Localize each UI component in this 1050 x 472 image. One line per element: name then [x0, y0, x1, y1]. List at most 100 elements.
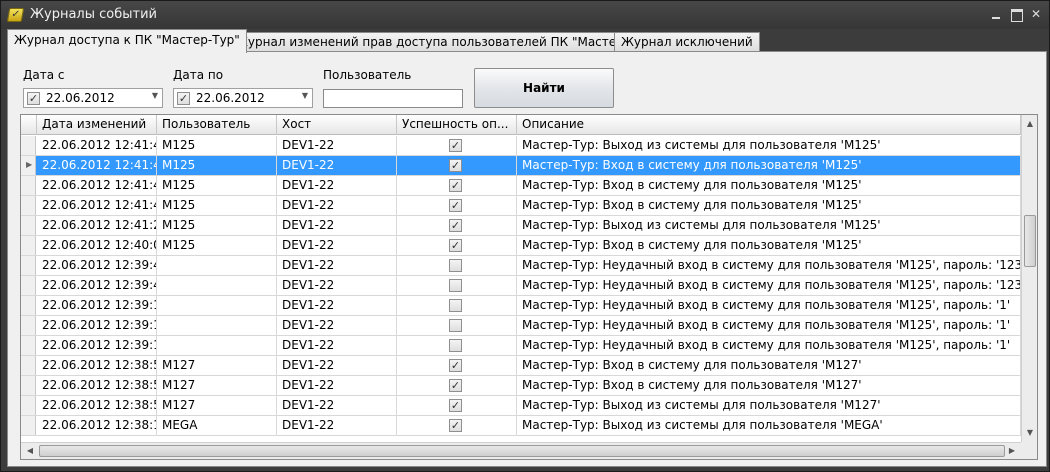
cell-host[interactable]: DEV1-22 — [277, 276, 397, 295]
scroll-up-icon[interactable]: ▲ — [1022, 116, 1037, 132]
cell-success[interactable]: ✓ — [397, 396, 517, 415]
cell-description[interactable]: Мастер-Тур: Вход в систему для пользоват… — [517, 196, 1021, 215]
cell-success[interactable] — [397, 256, 517, 275]
cell-description[interactable]: Мастер-Тур: Неудачный вход в систему для… — [517, 276, 1021, 295]
success-checkbox[interactable]: ✓ — [449, 219, 462, 232]
cell-user[interactable]: M125 — [157, 136, 277, 155]
cell-host[interactable]: DEV1-22 — [277, 416, 397, 435]
row-header[interactable] — [21, 396, 36, 415]
date-from-picker[interactable]: ✓ 22.06.2012 ▼ — [23, 88, 163, 108]
table-row[interactable]: 22.06.2012 12:38:52 M127 DEV1-22 ✓ Мастер-Ту… — [21, 356, 1021, 376]
cell-host[interactable]: DEV1-22 — [277, 256, 397, 275]
cell-success[interactable]: ✓ — [397, 376, 517, 395]
cell-user[interactable]: M125 — [157, 156, 277, 175]
row-header[interactable] — [21, 416, 36, 435]
success-checkbox[interactable]: ✓ — [449, 139, 462, 152]
cell-date[interactable]: 22.06.2012 12:41:43 — [37, 136, 157, 155]
row-header[interactable] — [21, 176, 36, 195]
vertical-scroll-thumb[interactable] — [1024, 215, 1036, 267]
cell-user[interactable]: M125 — [157, 196, 277, 215]
cell-host[interactable]: DEV1-22 — [277, 376, 397, 395]
column-header-user[interactable]: Пользователь — [157, 115, 277, 135]
cell-date[interactable]: 22.06.2012 12:39:42 — [37, 276, 157, 295]
table-row[interactable]: ▶ 22.06.2012 12:41:43 M125 DEV1-22 ✓ Мастер-Т… — [21, 156, 1021, 176]
row-header[interactable] — [21, 376, 36, 395]
cell-description[interactable]: Мастер-Тур: Выход из системы для пользов… — [517, 136, 1021, 155]
minimize-button[interactable] — [987, 6, 1005, 22]
cell-date[interactable]: 22.06.2012 12:41:43 — [37, 176, 157, 195]
cell-description[interactable]: Мастер-Тур: Неудачный вход в систему для… — [517, 256, 1021, 275]
cell-success[interactable]: ✓ — [397, 356, 517, 375]
table-row[interactable]: 22.06.2012 12:41:43 M125 DEV1-22 ✓ Мастер-Ту… — [21, 136, 1021, 156]
cell-user[interactable] — [157, 336, 277, 355]
cell-user[interactable]: M127 — [157, 396, 277, 415]
scroll-right-icon[interactable]: ▶ — [1004, 443, 1020, 459]
cell-description[interactable]: Мастер-Тур: Неудачный вход в систему для… — [517, 296, 1021, 315]
table-row[interactable]: 22.06.2012 12:40:02 M125 DEV1-22 ✓ Мастер-Ту… — [21, 236, 1021, 256]
cell-date[interactable]: 22.06.2012 12:41:43 — [37, 196, 157, 215]
cell-description[interactable]: Мастер-Тур: Вход в систему для пользоват… — [517, 356, 1021, 375]
success-checkbox[interactable]: ✓ — [449, 379, 462, 392]
cell-user[interactable] — [157, 316, 277, 335]
table-row[interactable]: 22.06.2012 12:39:19 DEV1-22 Мастер-Тур: Не… — [21, 296, 1021, 316]
cell-host[interactable]: DEV1-22 — [277, 396, 397, 415]
cell-date[interactable]: 22.06.2012 12:38:14 — [37, 416, 157, 435]
row-header[interactable] — [21, 236, 36, 255]
cell-host[interactable]: DEV1-22 — [277, 176, 397, 195]
success-checkbox[interactable] — [449, 319, 462, 332]
cell-user[interactable] — [157, 276, 277, 295]
row-header[interactable] — [21, 316, 36, 335]
chevron-down-icon[interactable]: ▼ — [302, 91, 308, 100]
cell-success[interactable]: ✓ — [397, 216, 517, 235]
cell-success[interactable]: ✓ — [397, 416, 517, 435]
cell-description[interactable]: Мастер-Тур: Выход из системы для пользов… — [517, 416, 1021, 435]
cell-date[interactable]: 22.06.2012 12:38:52 — [37, 396, 157, 415]
row-header[interactable]: ▶ — [21, 156, 36, 175]
cell-host[interactable]: DEV1-22 — [277, 316, 397, 335]
cell-success[interactable] — [397, 276, 517, 295]
success-checkbox[interactable] — [449, 259, 462, 272]
tab-rights-log[interactable]: Журнал изменений прав доступа пользовате… — [228, 32, 663, 52]
table-row[interactable]: 22.06.2012 12:38:52 M127 DEV1-22 ✓ Мастер-Ту… — [21, 396, 1021, 416]
vertical-scrollbar[interactable]: ▲ ▼ — [1021, 115, 1037, 442]
cell-user[interactable]: M127 — [157, 356, 277, 375]
horizontal-scroll-thumb[interactable] — [39, 445, 1005, 457]
row-header[interactable] — [21, 216, 36, 235]
column-header-host[interactable]: Хост — [277, 115, 397, 135]
cell-host[interactable]: DEV1-22 — [277, 356, 397, 375]
cell-user[interactable]: M125 — [157, 216, 277, 235]
table-row[interactable]: 22.06.2012 12:41:23 M125 DEV1-22 ✓ Мастер-Ту… — [21, 216, 1021, 236]
cell-date[interactable]: 22.06.2012 12:41:23 — [37, 216, 157, 235]
row-header[interactable] — [21, 336, 36, 355]
column-header-success[interactable]: Успешность оп... — [397, 115, 517, 135]
scroll-left-icon[interactable]: ◀ — [22, 443, 38, 459]
user-input[interactable] — [323, 89, 463, 108]
horizontal-scrollbar[interactable]: ◀ ▶ — [21, 442, 1021, 459]
success-checkbox[interactable] — [449, 299, 462, 312]
table-row[interactable]: 22.06.2012 12:39:43 DEV1-22 Мастер-Тур: Не… — [21, 256, 1021, 276]
success-checkbox[interactable]: ✓ — [449, 419, 462, 432]
find-button[interactable]: Найти — [474, 68, 614, 108]
cell-host[interactable]: DEV1-22 — [277, 136, 397, 155]
cell-date[interactable]: 22.06.2012 12:40:02 — [37, 236, 157, 255]
cell-description[interactable]: Мастер-Тур: Вход в систему для пользоват… — [517, 236, 1021, 255]
cell-user[interactable] — [157, 256, 277, 275]
cell-host[interactable]: DEV1-22 — [277, 216, 397, 235]
cell-date[interactable]: 22.06.2012 12:38:52 — [37, 356, 157, 375]
cell-description[interactable]: Мастер-Тур: Вход в систему для пользоват… — [517, 156, 1021, 175]
cell-host[interactable]: DEV1-22 — [277, 156, 397, 175]
date-to-checkbox[interactable]: ✓ — [177, 92, 190, 105]
table-row[interactable]: 22.06.2012 12:41:43 M125 DEV1-22 ✓ Мастер-Ту… — [21, 196, 1021, 216]
cell-description[interactable]: Мастер-Тур: Вход в систему для пользоват… — [517, 176, 1021, 195]
cell-host[interactable]: DEV1-22 — [277, 296, 397, 315]
cell-description[interactable]: Мастер-Тур: Выход из системы для пользов… — [517, 216, 1021, 235]
table-row[interactable]: 22.06.2012 12:38:52 M127 DEV1-22 ✓ Мастер-Ту… — [21, 376, 1021, 396]
row-header[interactable] — [21, 196, 36, 215]
table-row[interactable]: 22.06.2012 12:39:19 DEV1-22 Мастер-Тур: Не… — [21, 316, 1021, 336]
cell-user[interactable]: M125 — [157, 176, 277, 195]
row-header[interactable] — [21, 256, 36, 275]
cell-success[interactable]: ✓ — [397, 236, 517, 255]
cell-date[interactable]: 22.06.2012 12:41:43 — [37, 156, 157, 175]
chevron-down-icon[interactable]: ▼ — [152, 91, 158, 100]
success-checkbox[interactable] — [449, 339, 462, 352]
